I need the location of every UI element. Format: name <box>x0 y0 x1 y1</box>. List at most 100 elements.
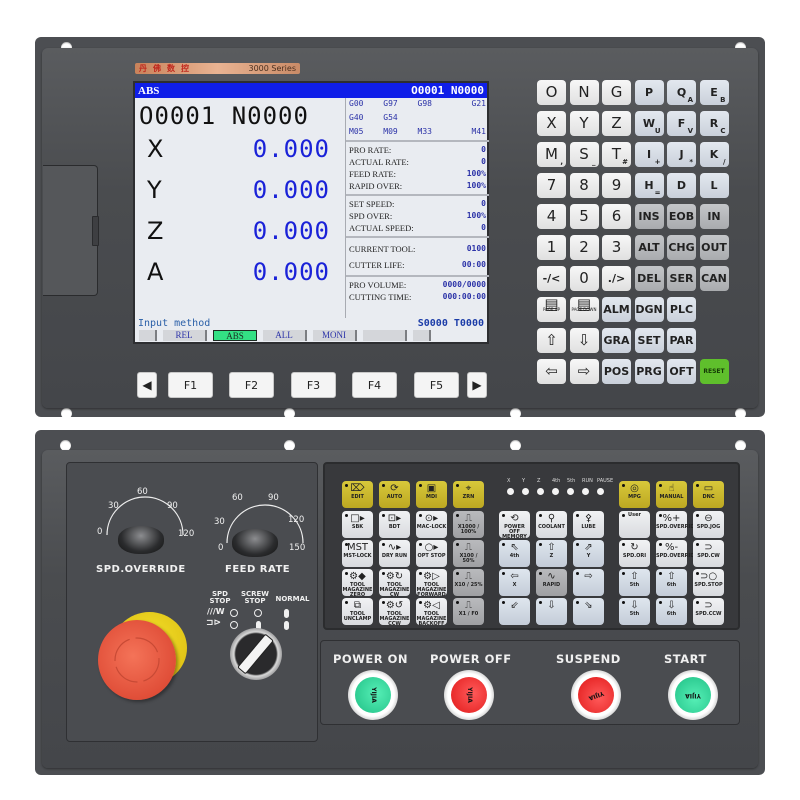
func-key-6th[interactable]: ⇧ 6th <box>656 569 687 596</box>
suspend-button[interactable]: YIJIA <box>571 670 621 720</box>
key-6[interactable]: 6 <box>602 204 631 229</box>
softkey-abs[interactable]: ABS <box>213 330 257 341</box>
key-j[interactable]: J * <box>667 142 696 167</box>
key-x[interactable]: X <box>537 111 566 136</box>
key-plc[interactable]: PLC <box>667 297 696 322</box>
func-key-y[interactable]: ⇗ Y <box>573 540 604 567</box>
func-key-sbk[interactable]: □▸ SBK <box>342 511 373 538</box>
power-off-button[interactable]: YIJIA <box>444 670 494 720</box>
func-key-coolant[interactable]: ⚲ COOLANT <box>536 511 567 538</box>
func-key-bdt[interactable]: ⊡▸ BDT <box>379 511 410 538</box>
softkey-next-button[interactable]: ▶ <box>467 372 487 398</box>
func-key-opt-stop[interactable]: ○▸ OPT STOP <box>416 540 447 567</box>
mdi-mode-button[interactable]: ▣ MDI <box>416 481 447 508</box>
key-y[interactable]: Y <box>569 111 599 136</box>
func-key-z[interactable]: ⇧ Z <box>536 540 567 567</box>
func-key-5th[interactable]: ⇧ 5th <box>619 569 650 596</box>
key-gra[interactable]: GRA <box>602 328 631 353</box>
func-key-jog-2-2[interactable]: ⇨ <box>573 569 604 596</box>
func-key-x[interactable]: ⇦ X <box>499 569 530 596</box>
key-set[interactable]: SET <box>634 328 664 353</box>
func-key-jog-3-2[interactable]: ⇘ <box>573 598 604 625</box>
key-e[interactable]: EB <box>699 80 729 105</box>
key-2[interactable]: 2 <box>569 235 599 260</box>
power-on-button[interactable]: YIJIA <box>348 670 398 720</box>
f1-button[interactable]: F1 <box>168 372 213 398</box>
key-chg[interactable]: CHG <box>667 235 696 260</box>
softkey-moni[interactable]: MONI <box>313 330 357 341</box>
key-8[interactable]: 8 <box>569 173 599 198</box>
func-key-power-off-memory[interactable]: ⟲ POWER OFF MEMORY <box>499 511 530 540</box>
arrow-key-left[interactable]: ⇦ <box>537 359 566 384</box>
page-up-button[interactable]: ▤ PAGE UP <box>537 297 566 322</box>
key-5[interactable]: 5 <box>569 204 599 229</box>
func-key-spd-stop[interactable]: ⊃○ SPD.STOP <box>693 569 724 596</box>
key-4[interactable]: 4 <box>537 204 566 229</box>
f2-button[interactable]: F2 <box>229 372 274 398</box>
func-key-5th[interactable]: ⇩ 5th <box>619 598 650 625</box>
key-h[interactable]: H = <box>634 173 664 198</box>
key-o[interactable]: O <box>537 80 566 105</box>
key-blank[interactable]: ./> <box>602 266 631 291</box>
f3-button[interactable]: F3 <box>291 372 336 398</box>
f5-button[interactable]: F5 <box>414 372 459 398</box>
key-k[interactable]: K / <box>699 142 729 167</box>
softkey-blank[interactable] <box>139 330 157 341</box>
func-key-dry-run[interactable]: ∿▸ DRY RUN <box>379 540 410 567</box>
emergency-stop-button[interactable] <box>98 620 176 700</box>
func-key-lube[interactable]: ⚴ LUBE <box>573 511 604 538</box>
feed-rate-knob[interactable] <box>232 529 278 557</box>
softkey-blank[interactable] <box>363 330 407 341</box>
func-key-x10-25[interactable]: ⎍ X10 / 25% <box>453 569 484 596</box>
key-g[interactable]: G <box>602 80 631 105</box>
key-eob[interactable]: EOB <box>667 204 696 229</box>
page-down-button[interactable]: ▤ PAGE DOWN <box>569 297 599 322</box>
func-key-tool-magazine-forward[interactable]: ⚙▷ TOOL MAGAZINE FORWARD <box>416 569 447 598</box>
key-alm[interactable]: ALM <box>602 297 631 322</box>
arrow-key-right[interactable]: ⇨ <box>569 359 599 384</box>
key-9[interactable]: 9 <box>602 173 631 198</box>
func-key-spd-jog[interactable]: ⊖ SPD.JOG <box>693 511 724 538</box>
zrn-mode-button[interactable]: ⌖ ZRN <box>453 481 484 508</box>
func-key-x1-f0[interactable]: ⎍ X1 / F0 <box>453 598 484 625</box>
key-1[interactable]: 1 <box>537 235 566 260</box>
key-7[interactable]: 7 <box>537 173 566 198</box>
mpg-mode-button[interactable]: ◎ MPG <box>619 481 650 508</box>
func-key-user[interactable]: User <box>619 511 650 538</box>
key-i[interactable]: I + <box>634 142 664 167</box>
key-can[interactable]: CAN <box>699 266 729 291</box>
func-key-spd-ccw[interactable]: ⊃ SPD.CCW <box>693 598 724 625</box>
start-button[interactable]: YIJIA <box>668 670 718 720</box>
key-p[interactable]: P <box>634 80 664 105</box>
key-d[interactable]: D <box>667 173 696 198</box>
key-dgn[interactable]: DGN <box>634 297 664 322</box>
func-key-tool-unclamp[interactable]: ⧉ TOOL UNCLAMP <box>342 598 373 625</box>
auto-mode-button[interactable]: ⟳ AUTO <box>379 481 410 508</box>
key-z[interactable]: Z <box>602 111 631 136</box>
func-key-spd-override[interactable]: %+ SPD.OVERRIDE <box>656 511 698 538</box>
softkey-all[interactable]: ALL <box>263 330 307 341</box>
mode-selector-switch[interactable] <box>230 628 282 680</box>
key-3[interactable]: 3 <box>602 235 631 260</box>
func-key-6th[interactable]: ⇩ 6th <box>656 598 687 625</box>
func-key-tool-magazine-zero[interactable]: ⚙◆ TOOL MAGAZINE ZERO <box>342 569 373 598</box>
arrow-key-up[interactable]: ⇧ <box>537 328 566 353</box>
key-n[interactable]: N <box>569 80 599 105</box>
func-key-rapid[interactable]: ∿ RAPID <box>536 569 567 596</box>
key-par[interactable]: PAR <box>667 328 696 353</box>
func-key-mac-lock[interactable]: ⊙▸ MAC-LOCK <box>416 511 447 538</box>
key-m[interactable]: M, <box>537 142 566 167</box>
key-f[interactable]: FV <box>667 111 696 136</box>
func-key-tool-magazine-ccw[interactable]: ⚙↺ TOOL MAGAZINE CCW <box>379 598 410 627</box>
key-0[interactable]: 0 <box>569 266 599 291</box>
dnc-mode-button[interactable]: ▭ DNC <box>693 481 724 508</box>
key-oft[interactable]: OFT <box>667 359 696 384</box>
key-blank[interactable]: -/< <box>537 266 566 291</box>
key-ins[interactable]: INS <box>634 204 664 229</box>
usb-door[interactable] <box>43 165 99 296</box>
key-l[interactable]: L <box>699 173 729 198</box>
reset-button[interactable]: RESET <box>699 359 729 384</box>
func-key-4th[interactable]: ⇖ 4th <box>499 540 530 567</box>
func-key-spd-cw[interactable]: ⊃ SPD.CW <box>693 540 724 567</box>
key-w[interactable]: WU <box>634 111 664 136</box>
